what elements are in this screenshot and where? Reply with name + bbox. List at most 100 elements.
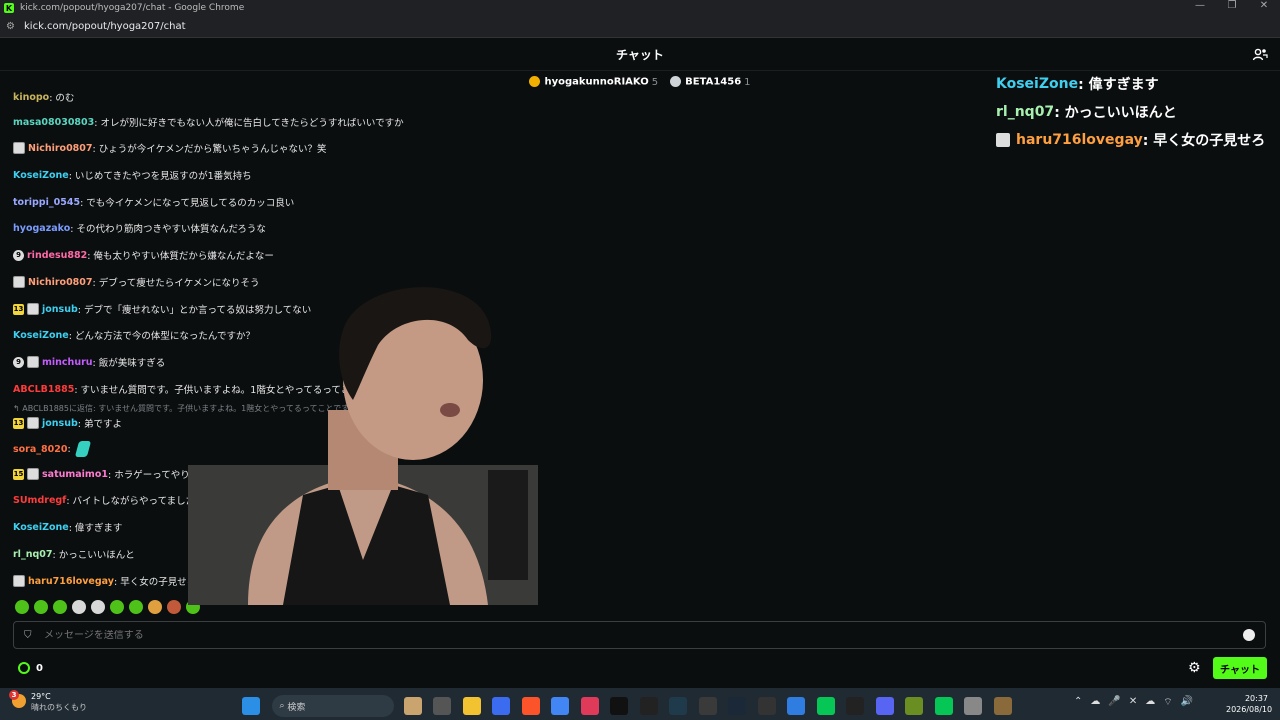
app-icon[interactable] (669, 697, 687, 715)
taskbar-search[interactable]: ⌕ 検索 (271, 695, 394, 717)
app-icon[interactable] (993, 697, 1012, 715)
points-value: 0 (36, 662, 43, 674)
chat-message-text: : でも今イケメンになって見返してるのカッコ良い (80, 198, 295, 209)
chat-username[interactable]: KoseiZone (13, 522, 69, 533)
chat-message-text: : 偉すぎます (68, 523, 123, 534)
chat-username[interactable]: haru716lovegay (28, 576, 114, 587)
onedrive-icon[interactable]: ☁ (1145, 696, 1155, 709)
chat-username[interactable]: ABCLB1885 (13, 384, 74, 395)
chat-header: チャット (0, 39, 1280, 71)
chat-message-text: : オレが別に好きでもない人が俺に告白してきたらどうすればいいですか (94, 118, 404, 129)
emote-icon[interactable] (15, 600, 29, 614)
minimize-icon[interactable]: — (1184, 0, 1216, 11)
media-player-icon[interactable] (698, 697, 717, 715)
chat-username[interactable]: jonsub (42, 418, 78, 429)
network-icon[interactable]: ☁ (1090, 696, 1100, 709)
chat-message[interactable]: sora_8020: (13, 441, 91, 457)
chat-message[interactable]: rl_nq07: かっこいいほんと (13, 547, 135, 562)
chat-username[interactable]: SUmdregf (13, 495, 66, 506)
steam-icon[interactable] (728, 697, 746, 715)
tiktok-icon[interactable] (610, 697, 628, 715)
obs-icon[interactable] (757, 697, 776, 715)
brave-icon[interactable] (521, 697, 540, 715)
chrome-icon[interactable] (551, 697, 569, 715)
url-text[interactable]: kick.com/popout/hyoga207/chat (24, 21, 186, 32)
chat-username[interactable]: torippi_0545 (13, 197, 80, 208)
settings-icon[interactable] (964, 697, 982, 715)
taskbar-clock[interactable]: 20:37 2026/08/10 (1226, 693, 1272, 715)
address-bar[interactable]: ⚙ kick.com/popout/hyoga207/chat (0, 16, 1280, 38)
emote-icon[interactable] (53, 600, 67, 614)
site-info-icon[interactable]: ⚙ (6, 21, 20, 32)
users-icon[interactable] (1252, 47, 1268, 63)
weather-widget[interactable]: 3 29°C 晴れのちくもり (9, 690, 87, 713)
window-controls: — ❐ ✕ (1184, 0, 1280, 11)
chat-username[interactable]: rindesu882 (27, 250, 87, 261)
task-view-icon[interactable] (433, 697, 451, 715)
chat-message[interactable]: kinopo: のむ (13, 90, 75, 105)
chat-input-box[interactable]: ⛉ (13, 621, 1266, 649)
chat-message[interactable]: Nichiro0807: ひょうが今イケメンだから驚いちゃうんじゃない？笑 (13, 141, 326, 155)
chat-username[interactable]: jonsub (42, 304, 78, 315)
chat-message[interactable]: masa08030803: オレが別に好きでもない人が俺に告白してきたらどうすれ… (13, 115, 404, 130)
emote-icon[interactable] (91, 600, 105, 614)
emote-icon[interactable] (72, 600, 86, 614)
chat-message[interactable]: hyogazako: その代わり筋肉つきやすい体質なんだろうな (13, 221, 266, 236)
emote-icon (74, 441, 91, 457)
app-icon[interactable] (492, 697, 510, 715)
emote-icon[interactable] (129, 600, 143, 614)
chat-username[interactable]: satumaimo1 (42, 469, 108, 480)
chat-username[interactable]: KoseiZone (13, 330, 69, 341)
chat-message[interactable]: torippi_0545: でも今イケメンになって見返してるのカッコ良い (13, 195, 295, 210)
file-explorer-icon[interactable] (462, 697, 481, 715)
chat-message[interactable]: haru716lovegay: 早く女の子見せろ (13, 574, 196, 588)
shield-icon[interactable]: ⛉ (24, 630, 36, 641)
chat-message[interactable]: 9 minchuru: 飯が美味すぎる (13, 355, 165, 369)
windows-start-icon[interactable] (242, 697, 260, 715)
restore-icon[interactable]: ❐ (1216, 0, 1248, 11)
chat-message-text: : のむ (49, 93, 75, 104)
chat-username[interactable]: masa08030803 (13, 117, 94, 128)
discord-icon[interactable] (875, 697, 894, 715)
chat-username[interactable]: kinopo (13, 92, 49, 103)
minecraft-icon[interactable] (905, 697, 923, 715)
chat-username[interactable]: sora_8020 (13, 444, 67, 455)
news-icon[interactable] (403, 697, 422, 715)
chat-message[interactable]: 13 jonsub: 弟ですよ (13, 416, 122, 430)
chat-message-input[interactable] (44, 629, 1243, 641)
emote-icon[interactable] (34, 600, 48, 614)
chat-message[interactable]: KoseiZone: いじめてきたやつを見返すのが1番気持ち (13, 168, 252, 183)
chat-footer: 0 ⚙ チャット (0, 654, 1280, 682)
emoji-picker-icon[interactable] (1243, 629, 1255, 641)
emote-icon[interactable] (110, 600, 124, 614)
wifi-icon[interactable]: ⌔ (1163, 696, 1172, 709)
app-icon[interactable] (846, 697, 864, 715)
chat-message[interactable]: KoseiZone: 偉すぎます (13, 520, 123, 535)
chat-username[interactable]: KoseiZone (13, 170, 69, 181)
channel-points[interactable]: 0 (18, 662, 43, 674)
chat-username[interactable]: rl_nq07 (13, 549, 52, 560)
chat-username[interactable]: Nichiro0807 (28, 277, 93, 288)
chat-message[interactable]: SUmdregf: バイトしながらやってました (13, 493, 195, 508)
overlay-message-text: : 早く女の子見せろ (1142, 133, 1266, 149)
volume-icon[interactable]: 🔊 (1181, 696, 1193, 709)
line-icon[interactable] (934, 697, 953, 715)
chat-message[interactable]: 9 rindesu882: 俺も太りやすい体質だから嫌なんだよなー (13, 248, 274, 262)
terminal-icon[interactable] (639, 697, 658, 715)
chat-username[interactable]: hyogazako (13, 223, 70, 234)
close-icon[interactable]: ✕ (1129, 696, 1137, 709)
gear-icon[interactable]: ⚙ (1188, 660, 1204, 676)
chat-username[interactable]: minchuru (42, 357, 93, 368)
chevron-up-icon[interactable]: ⌃ (1074, 696, 1082, 709)
kick-favicon-icon: K (4, 3, 14, 13)
send-chat-button[interactable]: チャット (1213, 657, 1267, 679)
line-icon[interactable] (816, 697, 835, 715)
app-icon[interactable] (787, 697, 805, 715)
mic-icon[interactable]: 🎤 (1108, 696, 1120, 709)
chat-title: チャット (616, 48, 664, 62)
emote-icon[interactable] (148, 600, 162, 614)
chat-username[interactable]: Nichiro0807 (28, 143, 93, 154)
app-icon[interactable] (580, 697, 599, 715)
emote-icon[interactable] (167, 600, 181, 614)
close-icon[interactable]: ✕ (1248, 0, 1280, 11)
